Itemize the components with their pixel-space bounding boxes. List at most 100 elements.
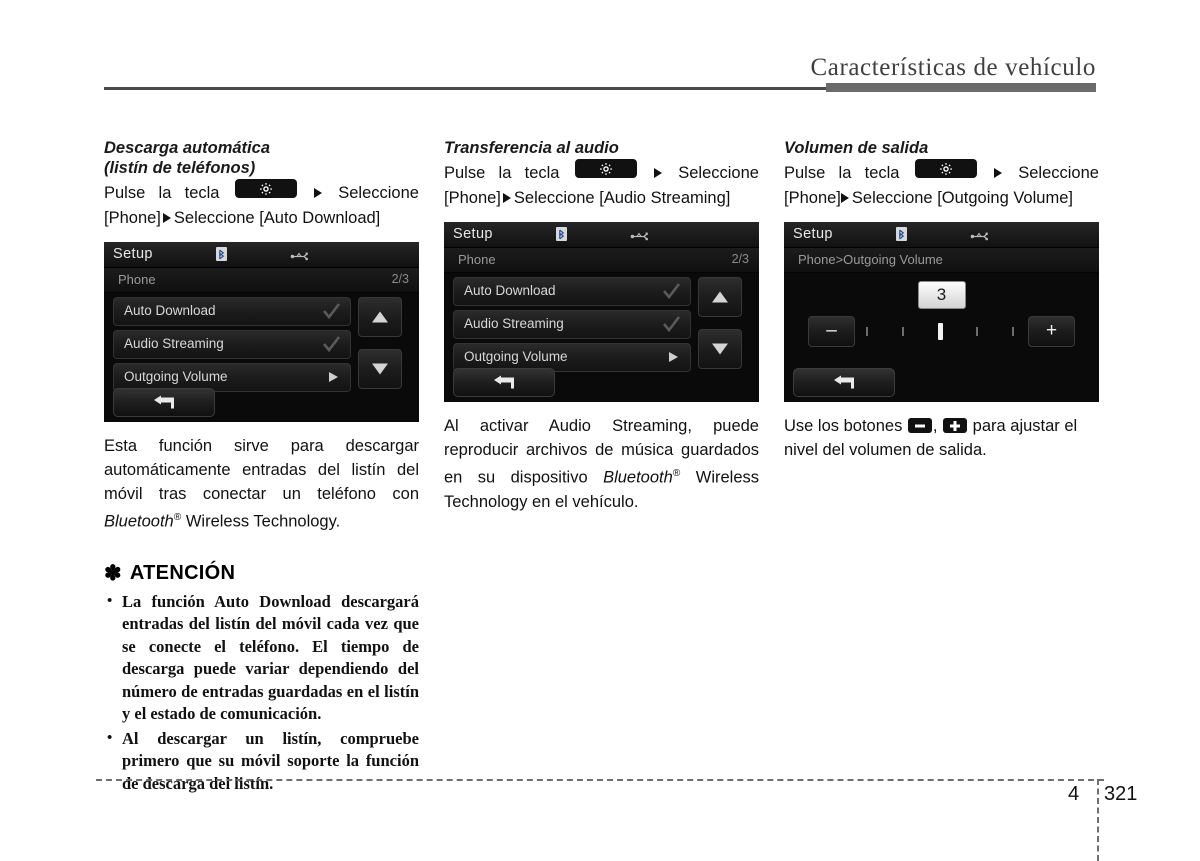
chevron-right-icon <box>329 372 338 382</box>
device-page-indicator: 2/3 <box>391 272 409 286</box>
device-subbar: Phone 2/3 <box>444 248 759 273</box>
volume-value: 3 <box>917 281 966 309</box>
instruction-line-1: Pulse la tecla Seleccione <box>784 159 1099 186</box>
scroll-up-button[interactable] <box>698 277 742 317</box>
minus-icon <box>907 418 932 433</box>
bluetooth-trademark: Bluetooth <box>603 468 673 487</box>
header-rule-thick <box>826 83 1096 92</box>
body-paragraph-1: Esta función sirve para descargar automá… <box>104 434 419 534</box>
device-title: Setup <box>793 226 833 242</box>
instruction-word-pulse: Pulse <box>784 164 826 182</box>
device-titlebar: Setup <box>104 242 419 268</box>
device-row-audio-streaming[interactable]: Audio Streaming <box>113 330 351 359</box>
device-row-auto-download[interactable]: Auto Download <box>453 277 691 306</box>
instruction-line-2: [Phone] Seleccione [Outgoing Volume] <box>784 186 1099 211</box>
back-icon <box>834 375 854 388</box>
checkmark-icon <box>321 302 341 326</box>
caution-item: La función Auto Download descargará entr… <box>104 590 419 726</box>
header-rule-thin <box>104 87 826 90</box>
back-button[interactable] <box>793 368 895 397</box>
gear-icon <box>234 179 297 198</box>
device-screen-outgoing-volume: Setup Phone>Outgoing Volume 3 – + <box>784 222 1099 402</box>
chevron-right-icon <box>313 188 322 198</box>
triangle-down-icon <box>372 363 388 375</box>
device-row-audio-streaming[interactable]: Audio Streaming <box>453 310 691 339</box>
device-title: Setup <box>113 246 153 262</box>
bluetooth-trademark: Bluetooth <box>104 512 174 531</box>
device-sub-label: Phone <box>458 252 496 267</box>
instruction-word-tecla: tecla <box>184 184 220 202</box>
caution-item: Al descargar un listín, compruebe primer… <box>104 727 419 796</box>
instruction-block: Pulse la tecla Seleccione [Phone] Selecc… <box>784 159 1099 211</box>
volume-increase-button[interactable]: + <box>1028 316 1075 347</box>
chevron-right-icon <box>162 213 171 223</box>
device-screen-auto-download: Setup Phone 2/3 Auto Download Audio Stre… <box>104 242 419 422</box>
instruction-block: Pulse la tecla Seleccione [Phone] Selecc… <box>104 179 419 231</box>
device-row-auto-download[interactable]: Auto Download <box>113 297 351 326</box>
column-audio-streaming: Transferencia al audio Pulse la tecla Se… <box>444 138 759 514</box>
instruction-word-pulse: Pulse <box>104 184 146 202</box>
volume-slider[interactable] <box>866 323 1017 341</box>
bluetooth-icon <box>556 227 567 241</box>
scroll-down-button[interactable] <box>358 349 402 389</box>
page-title: Características de vehículo <box>810 54 1096 81</box>
footer-divider <box>96 779 1104 781</box>
instruction-block: Pulse la tecla Seleccione [Phone] Selecc… <box>444 159 759 211</box>
usb-icon <box>290 249 308 261</box>
triangle-up-icon <box>372 311 388 323</box>
volume-tick <box>902 327 905 336</box>
device-row-label: Auto Download <box>464 283 556 298</box>
scroll-up-button[interactable] <box>358 297 402 337</box>
back-button[interactable] <box>113 388 215 417</box>
device-screen-audio-streaming: Setup Phone 2/3 Auto Download Audio Stre… <box>444 222 759 402</box>
body-text: Use los botones <box>784 417 907 435</box>
instruction-word-seleccione: Seleccione <box>678 164 759 182</box>
instruction-phone-token: [Phone] <box>104 209 161 227</box>
instruction-line-2: [Phone] Seleccione [Audio Streaming] <box>444 186 759 211</box>
triangle-up-icon <box>712 291 728 303</box>
instruction-word-pulse: Pulse <box>444 164 486 182</box>
device-row-label: Audio Streaming <box>124 336 224 351</box>
body-paragraph-3: Use los botones , para ajustar el nivel … <box>784 414 1099 462</box>
body-text-tail: Wireless Technology. <box>181 512 341 531</box>
gear-icon <box>574 159 637 178</box>
chevron-right-icon <box>502 193 511 203</box>
column-outgoing-volume: Volumen de salida Pulse la tecla Selecci… <box>784 138 1099 462</box>
body-text: Esta función sirve para descargar automá… <box>104 437 419 503</box>
volume-tick <box>866 327 868 336</box>
scroll-down-button[interactable] <box>698 329 742 369</box>
triangle-down-icon <box>712 343 728 355</box>
instruction-word-la: la <box>158 184 172 202</box>
footer-vertical-divider <box>1097 779 1099 861</box>
caution-list: La función Auto Download descargará entr… <box>104 590 419 796</box>
chevron-right-icon <box>840 193 849 203</box>
chevron-right-icon <box>993 168 1002 178</box>
usb-icon <box>970 229 988 241</box>
volume-decrease-button[interactable]: – <box>808 316 855 347</box>
device-row-label: Auto Download <box>124 303 216 318</box>
device-row-label: Outgoing Volume <box>464 349 568 364</box>
volume-tick-active <box>938 323 944 340</box>
instruction-word-tecla: tecla <box>524 164 560 182</box>
section-title: Transferencia al audio <box>444 138 759 158</box>
section-title-line-1: Transferencia al audio <box>444 139 619 157</box>
device-titlebar: Setup <box>444 222 759 248</box>
checkmark-icon <box>661 315 681 339</box>
asterisk-icon: ✽ <box>104 561 122 585</box>
bluetooth-icon <box>216 247 227 261</box>
body-text-separator: , <box>932 417 943 435</box>
back-icon <box>154 395 174 408</box>
device-subbar: Phone>Outgoing Volume <box>784 248 1099 273</box>
device-subbar: Phone 2/3 <box>104 268 419 293</box>
instruction-word-seleccione: Seleccione <box>1018 164 1099 182</box>
instruction-word-la: la <box>838 164 852 182</box>
back-button[interactable] <box>453 368 555 397</box>
plus-icon <box>943 418 968 433</box>
footer-page-number: 321 <box>1104 783 1138 805</box>
instruction-phone-token: [Phone] <box>784 189 841 207</box>
instruction-select-target: Seleccione [Auto Download] <box>173 209 381 227</box>
device-row-label: Outgoing Volume <box>124 369 228 384</box>
instruction-line-2: [Phone] Seleccione [Auto Download] <box>104 206 419 231</box>
gear-icon <box>914 159 977 178</box>
body-paragraph-2: Al activar Audio Streaming, puede reprod… <box>444 414 759 514</box>
